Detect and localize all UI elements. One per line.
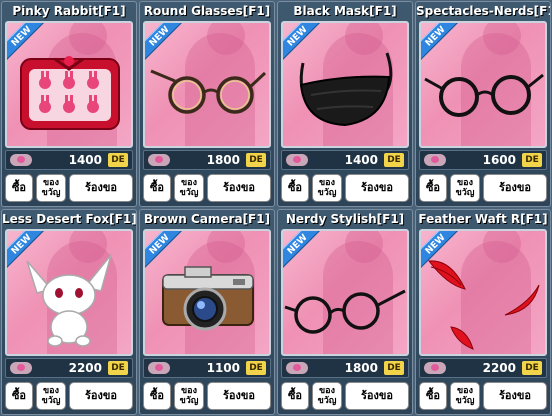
request-button[interactable]: ร้องขอ (483, 174, 547, 202)
currency-badge: DE (246, 361, 266, 375)
item-title: Pinky Rabbit[F1] (12, 4, 126, 18)
currency-badge: DE (108, 153, 128, 167)
gift-button[interactable]: ของขวัญ (450, 382, 480, 410)
action-buttons: ซื้อ ของขวัญ ร้องขอ (5, 382, 133, 410)
price-row: 1400 DE (281, 150, 409, 170)
shop-item-card[interactable]: Pinky Rabbit[F1] NEW 1400 DE ซื้อ ของขวั… (1, 1, 137, 207)
currency-badge: DE (384, 153, 404, 167)
item-preview[interactable]: NEW (5, 229, 133, 356)
buy-button[interactable]: ซื้อ (5, 174, 33, 202)
coin-icon (424, 362, 446, 374)
request-button[interactable]: ร้องขอ (345, 174, 409, 202)
action-buttons: ซื้อ ของขวัญ ร้องขอ (143, 382, 271, 410)
price-row: 2200 DE (5, 358, 133, 378)
coin-icon (286, 154, 308, 166)
price-row: 1600 DE (419, 150, 547, 170)
item-price: 2200 (68, 361, 102, 375)
item-preview[interactable]: NEW (281, 21, 409, 148)
gift-button[interactable]: ของขวัญ (36, 382, 66, 410)
price-row: 1100 DE (143, 358, 271, 378)
gift-button[interactable]: ของขวัญ (312, 174, 342, 202)
buy-button[interactable]: ซื้อ (5, 382, 33, 410)
item-preview[interactable]: NEW (143, 21, 271, 148)
action-buttons: ซื้อ ของขวัญ ร้องขอ (143, 174, 271, 202)
currency-badge: DE (108, 361, 128, 375)
price-row: 1800 DE (143, 150, 271, 170)
currency-badge: DE (246, 153, 266, 167)
item-price: 1600 (482, 153, 516, 167)
currency-badge: DE (384, 361, 404, 375)
item-title: Brown Camera[F1] (143, 212, 271, 226)
gift-button[interactable]: ของขวัญ (174, 174, 204, 202)
action-buttons: ซื้อ ของขวัญ ร้องขอ (281, 382, 409, 410)
item-preview[interactable]: NEW (143, 229, 271, 356)
gift-button[interactable]: ของขวัญ (312, 382, 342, 410)
currency-badge: DE (522, 153, 542, 167)
action-buttons: ซื้อ ของขวัญ ร้องขอ (281, 174, 409, 202)
shop-item-card[interactable]: Nerdy Stylish[F1] NEW 1800 DE ซื้อ ของขว… (277, 209, 413, 415)
action-buttons: ซื้อ ของขวัญ ร้องขอ (5, 174, 133, 202)
buy-button[interactable]: ซื้อ (419, 382, 447, 410)
request-button[interactable]: ร้องขอ (483, 382, 547, 410)
buy-button[interactable]: ซื้อ (143, 174, 171, 202)
gift-button[interactable]: ของขวัญ (450, 174, 480, 202)
item-title: Nerdy Stylish[F1] (285, 212, 405, 226)
request-button[interactable]: ร้องขอ (69, 382, 133, 410)
coin-icon (10, 154, 32, 166)
item-preview[interactable]: NEW (419, 229, 547, 356)
item-title: Black Mask[F1] (293, 4, 397, 18)
item-preview[interactable]: NEW (419, 21, 547, 148)
item-preview[interactable]: NEW (281, 229, 409, 356)
shop-item-card[interactable]: Less Desert Fox[F1] NEW 2200 DE ซื้อ ของ… (1, 209, 137, 415)
coin-icon (148, 362, 170, 374)
shop-item-card[interactable]: Spectacles-Nerds[F1] NEW 1600 DE ซื้อ ขอ… (415, 1, 551, 207)
item-price: 1800 (206, 153, 240, 167)
price-row: 2200 DE (419, 358, 547, 378)
action-buttons: ซื้อ ของขวัญ ร้องขอ (419, 174, 547, 202)
item-title: Feather Waft R[F1] (418, 212, 548, 226)
request-button[interactable]: ร้องขอ (207, 382, 271, 410)
currency-badge: DE (522, 361, 542, 375)
shop-item-card[interactable]: Black Mask[F1] NEW 1400 DE ซื้อ ของขวัญ … (277, 1, 413, 207)
request-button[interactable]: ร้องขอ (69, 174, 133, 202)
coin-icon (148, 154, 170, 166)
shop-item-card[interactable]: Feather Waft R[F1] NEW 2200 DE ซื้อ ของข… (415, 209, 551, 415)
gift-button[interactable]: ของขวัญ (174, 382, 204, 410)
item-title: Spectacles-Nerds[F1] (416, 4, 550, 18)
request-button[interactable]: ร้องขอ (345, 382, 409, 410)
item-shop-grid: Pinky Rabbit[F1] NEW 1400 DE ซื้อ ของขวั… (1, 1, 551, 415)
request-button[interactable]: ร้องขอ (207, 174, 271, 202)
item-price: 1800 (344, 361, 378, 375)
buy-button[interactable]: ซื้อ (143, 382, 171, 410)
buy-button[interactable]: ซื้อ (281, 174, 309, 202)
buy-button[interactable]: ซื้อ (281, 382, 309, 410)
item-preview[interactable]: NEW (5, 21, 133, 148)
shop-item-card[interactable]: Round Glasses[F1] NEW 1800 DE ซื้อ ของขว… (139, 1, 275, 207)
action-buttons: ซื้อ ของขวัญ ร้องขอ (419, 382, 547, 410)
item-price: 2200 (482, 361, 516, 375)
item-price: 1100 (206, 361, 240, 375)
coin-icon (286, 362, 308, 374)
gift-button[interactable]: ของขวัญ (36, 174, 66, 202)
item-price: 1400 (68, 153, 102, 167)
buy-button[interactable]: ซื้อ (419, 174, 447, 202)
item-title: Round Glasses[F1] (143, 4, 271, 18)
item-price: 1400 (344, 153, 378, 167)
shop-item-card[interactable]: Brown Camera[F1] NEW 1100 DE ซื้อ ของขวั… (139, 209, 275, 415)
coin-icon (424, 154, 446, 166)
coin-icon (10, 362, 32, 374)
item-title: Less Desert Fox[F1] (2, 212, 136, 226)
price-row: 1400 DE (5, 150, 133, 170)
price-row: 1800 DE (281, 358, 409, 378)
